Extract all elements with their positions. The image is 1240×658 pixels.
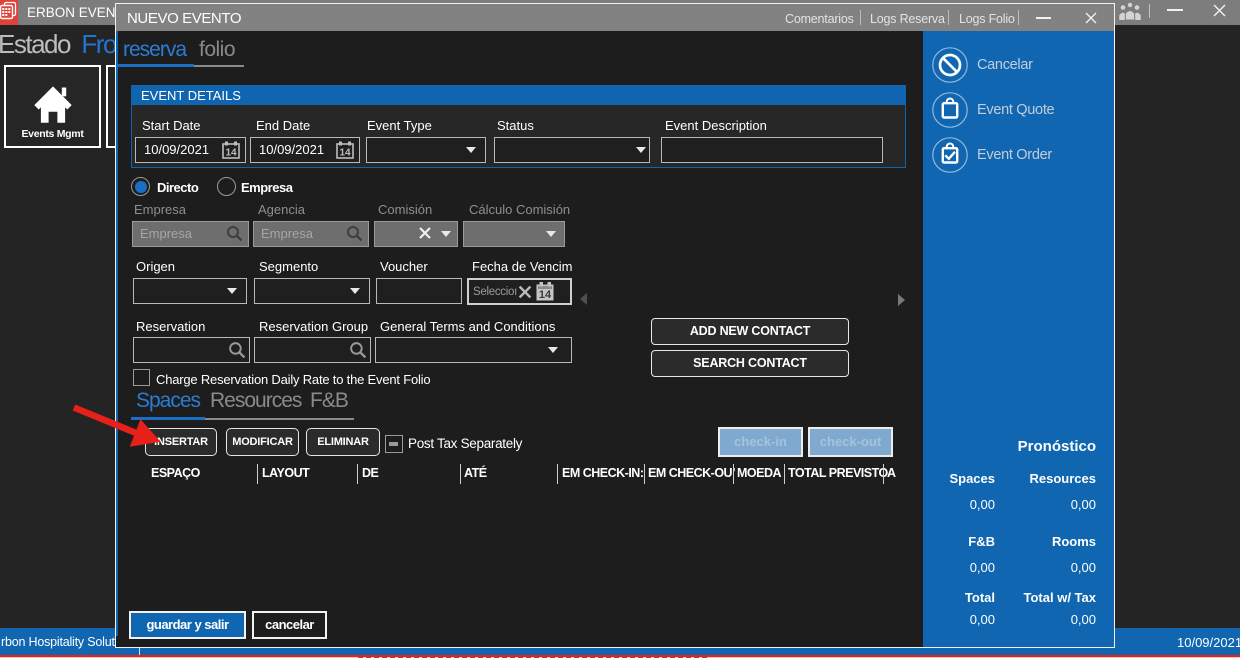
svg-text:14: 14 (539, 289, 552, 301)
svg-text:14: 14 (339, 148, 351, 159)
svg-text:14: 14 (225, 148, 237, 159)
